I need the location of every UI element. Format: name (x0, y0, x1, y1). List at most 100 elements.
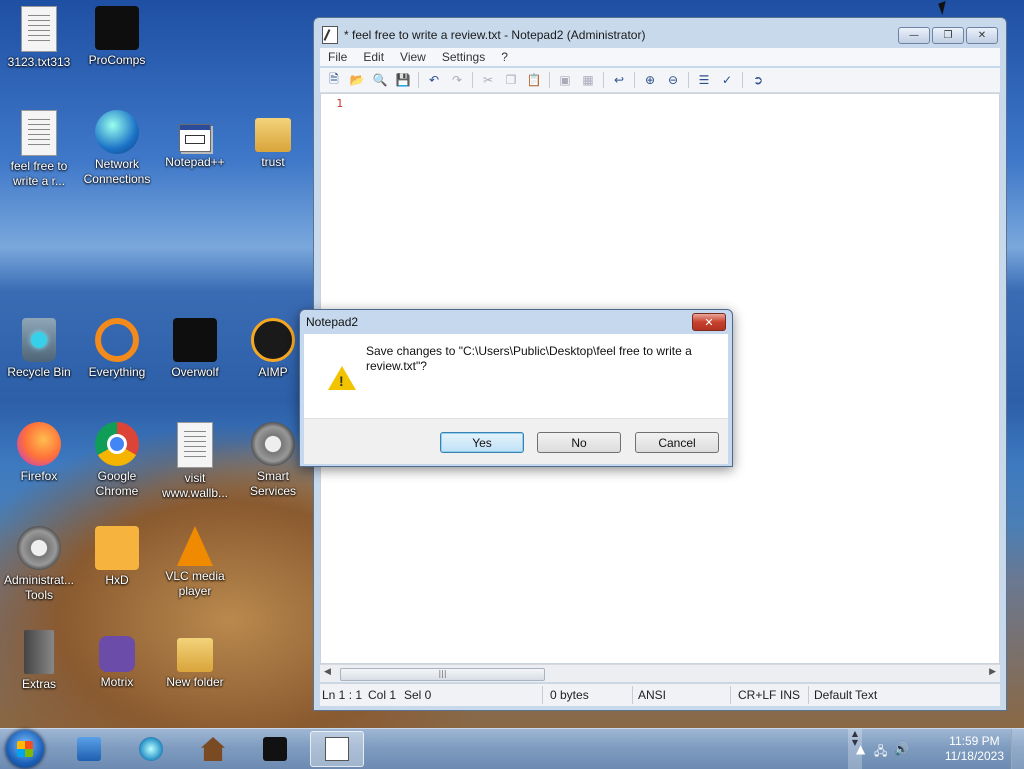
network-icon[interactable]: 🖧 (874, 742, 887, 763)
dialog-message: Save changes to "C:\Users\Public\Desktop… (366, 344, 692, 373)
word-wrap-icon[interactable]: ↩ (609, 71, 629, 89)
close-button[interactable]: ✕ (966, 27, 998, 44)
desktop-icon-label: visit www.wallb... (161, 471, 229, 500)
undo-icon[interactable]: ↶ (424, 71, 444, 89)
desktop-icon-everything[interactable]: Everything (78, 318, 156, 380)
aimp-icon (251, 318, 295, 362)
line-number: 1 (336, 97, 343, 110)
notepadpp-icon (179, 124, 211, 152)
desktop-icon-network-connections[interactable]: Network Connections (78, 110, 156, 187)
desktop-icon-visit-wallb[interactable]: visit www.wallb... (156, 422, 234, 501)
start-button[interactable] (6, 730, 44, 768)
scroll-left-icon[interactable]: ◀ (324, 667, 331, 677)
warning-icon (328, 366, 356, 390)
desktop-icon-trust[interactable]: trust (234, 110, 312, 170)
horizontal-scrollbar[interactable]: ◀ ||| ▶ (320, 664, 1000, 682)
scheme-icon[interactable]: ☰ (694, 71, 714, 89)
desktop-icon-admin-tools[interactable]: Administrat... Tools (0, 526, 78, 603)
motrix-icon (99, 636, 135, 672)
portal-icon (139, 737, 163, 761)
zoom-in-icon[interactable]: ⊕ (640, 71, 660, 89)
desktop-icon-label: Network Connections (83, 157, 151, 186)
show-desktop-button[interactable] (1011, 729, 1024, 769)
desktop-icon-hxd[interactable]: HxD (78, 526, 156, 588)
toolbar-separator (472, 72, 473, 88)
window-titlebar[interactable]: * feel free to write a review.txt - Note… (322, 26, 645, 44)
vlc-cone-icon (177, 526, 213, 566)
toolbar-separator (603, 72, 604, 88)
cut-icon[interactable]: ✂ (478, 71, 498, 89)
status-encoding[interactable]: ANSI (638, 688, 666, 702)
replace-icon[interactable]: ▦ (578, 71, 598, 89)
dialog-button-row: Yes No Cancel (304, 418, 728, 464)
desktop-icon-review-txt[interactable]: feel free to write a r... (0, 110, 78, 189)
taskbar-notepad2[interactable] (310, 731, 364, 767)
customize-scheme-icon[interactable]: ✓ (717, 71, 737, 89)
clock-date: 11/18/2023 (944, 749, 1004, 763)
toolbar-separator (688, 72, 689, 88)
explorer-icon (77, 737, 101, 761)
desktop-icon-label: Extras (21, 677, 56, 691)
scroll-right-icon[interactable]: ▶ (989, 667, 996, 677)
no-button[interactable]: No (537, 432, 621, 453)
desktop-icon-firefox[interactable]: Firefox (0, 422, 78, 484)
toolbar-separator (742, 72, 743, 88)
status-insert-mode[interactable]: INS (780, 688, 800, 702)
taskbar-portal[interactable] (124, 731, 178, 767)
desktop-icon-recycle-bin[interactable]: Recycle Bin (0, 318, 78, 380)
browse-icon[interactable]: 🔍 (370, 71, 390, 89)
menu-help[interactable]: ? (493, 48, 516, 66)
desktop-icon-overwolf[interactable]: Overwolf (156, 318, 234, 380)
folder-icon (177, 638, 213, 672)
desktop-icon-procomps[interactable]: ProComps (78, 6, 156, 68)
dialog-body: Save changes to "C:\Users\Public\Desktop… (304, 334, 728, 418)
open-folder-icon[interactable]: 📂 (347, 71, 367, 89)
scrollbar-thumb[interactable]: ||| (340, 668, 545, 681)
new-file-icon[interactable]: 🗎 (324, 71, 344, 89)
zoom-out-icon[interactable]: ⊖ (663, 71, 683, 89)
taskbar-overwolf[interactable] (248, 731, 302, 767)
desktop-icon-label: 3123.txt313 (7, 55, 71, 69)
everything-icon (95, 318, 139, 362)
menu-edit[interactable]: Edit (355, 48, 392, 66)
desktop-icon-label: Motrix (100, 675, 134, 689)
status-separator (632, 686, 633, 704)
save-icon[interactable]: 💾 (393, 71, 413, 89)
desktop-icon-vlc[interactable]: VLC media player (156, 526, 234, 599)
desktop-icon-new-folder[interactable]: New folder (156, 630, 234, 690)
yes-button[interactable]: Yes (440, 432, 524, 453)
gear-icon (251, 422, 295, 466)
status-scheme[interactable]: Default Text (814, 688, 877, 702)
firefox-icon (17, 422, 61, 466)
redo-icon[interactable]: ↷ (447, 71, 467, 89)
menu-settings[interactable]: Settings (434, 48, 493, 66)
exit-icon[interactable]: ➲ (748, 71, 768, 89)
overwolf-icon (263, 737, 287, 761)
volume-icon[interactable]: 🔊 (894, 742, 909, 756)
desktop-icon-label: Administrat... Tools (3, 573, 75, 602)
status-column: Col 1 (368, 688, 397, 702)
desktop-icon-google-chrome[interactable]: Google Chrome (78, 422, 156, 499)
desktop-icon-label: Google Chrome (95, 469, 139, 498)
recycle-bin-icon (22, 318, 56, 362)
taskbar-explorer[interactable] (62, 731, 116, 767)
clock[interactable]: 11:59 PM 11/18/2023 (945, 734, 1004, 764)
desktop-icon-label: Firefox (20, 469, 58, 483)
show-hidden-icons-icon[interactable]: ▲ (856, 742, 865, 756)
cancel-button[interactable]: Cancel (635, 432, 719, 453)
dialog-close-button[interactable]: ✕ (692, 313, 726, 331)
copy-icon[interactable]: ❐ (501, 71, 521, 89)
desktop-icon-motrix[interactable]: Motrix (78, 630, 156, 690)
desktop-icon-3123-txt[interactable]: 3123.txt313 (0, 6, 78, 70)
paste-icon[interactable]: 📋 (524, 71, 544, 89)
restore-button[interactable]: ❐ (932, 27, 964, 44)
status-line-ending[interactable]: CR+LF (738, 688, 776, 702)
taskbar-birdhouse[interactable] (186, 731, 240, 767)
minimize-button[interactable]: — (898, 27, 930, 44)
menu-file[interactable]: File (320, 48, 355, 66)
desktop-icon-extras[interactable]: Extras (0, 630, 78, 692)
menu-view[interactable]: View (392, 48, 434, 66)
desktop-icon-notepadpp[interactable]: Notepad++ (156, 110, 234, 170)
toolbar-separator (549, 72, 550, 88)
find-icon[interactable]: ▣ (555, 71, 575, 89)
